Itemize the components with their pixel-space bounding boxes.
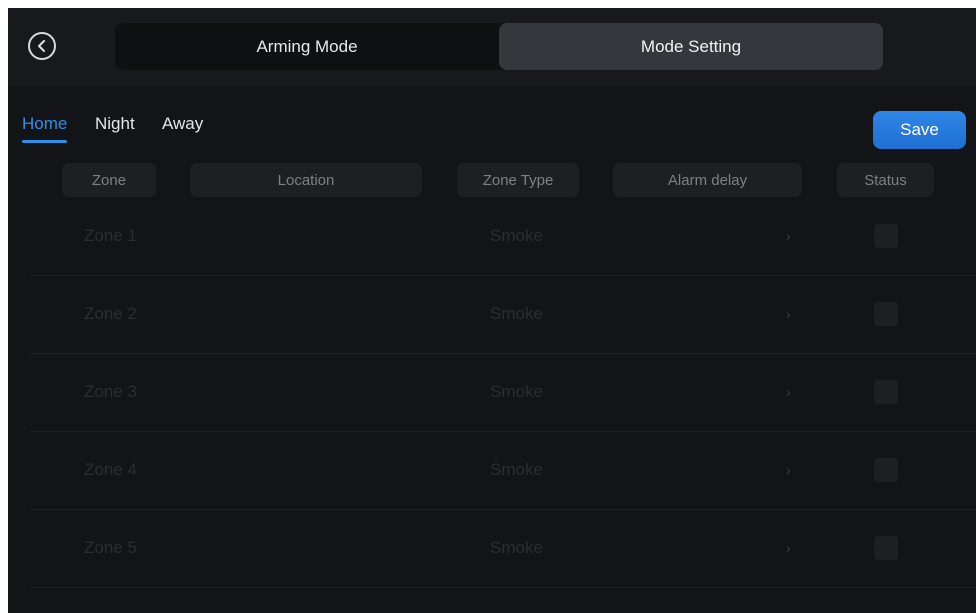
save-button[interactable]: Save xyxy=(873,111,966,149)
chevron-right-icon[interactable]: › xyxy=(786,275,806,353)
tab-home[interactable]: Home xyxy=(22,114,68,143)
column-header-status: Status xyxy=(837,163,934,197)
zone-name: Zone 5 xyxy=(84,538,137,557)
column-header-zone-type: Zone Type xyxy=(457,163,579,197)
status-checkbox[interactable] xyxy=(874,536,898,560)
zone-name: Zone 3 xyxy=(84,382,137,401)
column-header-alarm-delay: Alarm delay xyxy=(613,163,802,197)
status-checkbox[interactable] xyxy=(874,224,898,248)
chevron-left-icon xyxy=(38,40,45,52)
status-checkbox[interactable] xyxy=(874,302,898,326)
chevron-right-icon[interactable]: › xyxy=(786,509,806,587)
table-row: Zone 3 Smoke › xyxy=(30,353,976,432)
zone-name: Zone 1 xyxy=(84,226,137,245)
chevron-right-icon[interactable]: › xyxy=(786,353,806,431)
zone-type: Smoke xyxy=(490,226,543,245)
column-header-zone: Zone xyxy=(62,163,156,197)
mode-segment-control: Arming Mode Mode Setting xyxy=(115,23,883,70)
zone-name: Zone 2 xyxy=(84,304,137,323)
back-button[interactable] xyxy=(28,32,56,60)
table-row: Zone 4 Smoke › xyxy=(30,431,976,510)
column-header-location: Location xyxy=(190,163,422,197)
top-bar: Arming Mode Mode Setting xyxy=(8,8,976,86)
table-row: Zone 2 Smoke › xyxy=(30,275,976,354)
zone-type: Smoke xyxy=(490,304,543,323)
table-row: Zone 5 Smoke › xyxy=(30,509,976,588)
screen: Arming Mode Mode Setting Home Night Away… xyxy=(8,8,976,613)
zone-type: Smoke xyxy=(490,382,543,401)
tab-mode-setting[interactable]: Mode Setting xyxy=(499,23,883,70)
table-row: Zone 1 Smoke › xyxy=(30,197,976,276)
zone-name: Zone 4 xyxy=(84,460,137,479)
tab-away[interactable]: Away xyxy=(162,114,203,134)
tab-arming-mode[interactable]: Arming Mode xyxy=(115,23,499,70)
chevron-right-icon[interactable]: › xyxy=(786,431,806,509)
status-checkbox[interactable] xyxy=(874,380,898,404)
tab-night[interactable]: Night xyxy=(95,114,135,134)
zone-type: Smoke xyxy=(490,538,543,557)
chevron-right-icon[interactable]: › xyxy=(786,197,806,275)
status-checkbox[interactable] xyxy=(874,458,898,482)
zone-type: Smoke xyxy=(490,460,543,479)
